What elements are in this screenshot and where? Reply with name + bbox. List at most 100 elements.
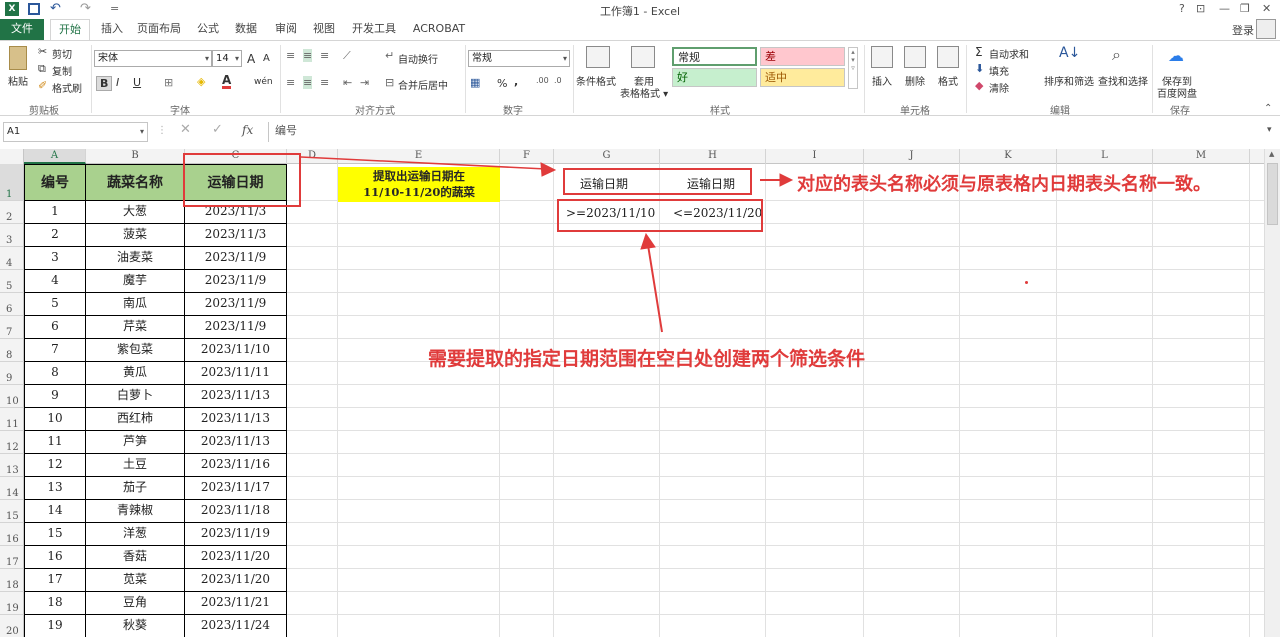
decrease-indent-icon[interactable]: ⇤ [343,76,352,89]
align-top-icon[interactable]: ≡ [286,49,295,62]
tab-page-layout[interactable]: 页面布局 [134,19,184,40]
style-normal[interactable]: 常规 [672,47,757,66]
format-cells-button[interactable]: 格式 [938,73,958,88]
insert-cells-button[interactable]: 插入 [872,73,892,88]
paste-icon[interactable] [9,46,27,70]
currency-icon[interactable]: ▦ [470,76,480,89]
copy-button[interactable]: 复制 [52,63,72,78]
grow-font-button[interactable]: A [247,52,255,66]
collapse-ribbon-icon[interactable]: ⌃ [1264,103,1272,114]
tab-developer[interactable]: 开发工具 [348,19,400,40]
merge-center-button[interactable]: 合并后居中 [398,77,448,92]
decrease-decimal-icon[interactable]: .0 [554,76,562,85]
user-avatar-icon[interactable] [1256,19,1276,39]
font-color-button[interactable]: A [222,74,232,89]
style-good[interactable]: 好 [672,68,757,87]
arrow-head-criteria [640,232,656,250]
align-middle-icon[interactable]: ≡ [303,49,313,62]
orientation-icon[interactable]: ⟋ [343,49,351,63]
ribbon-separator [573,45,574,113]
save-group-label: 保存 [1170,106,1190,117]
styles-scroll-icon[interactable]: ▴ ▾ ▿ [848,47,858,89]
ribbon-home: 粘贴 ✂ 剪切 ⧉ 复制 ✐ 格式刷 剪贴板 宋体 ▾ 14 ▾ A A B I U… [0,40,1280,117]
align-center-icon[interactable]: ≡ [303,76,313,89]
wrap-text-button[interactable]: 自动换行 [398,51,438,66]
login-link[interactable]: 登录 [1232,22,1254,38]
fill-icon: ⬇ [975,62,985,75]
sort-filter-button[interactable]: 排序和筛选 [1044,73,1094,88]
fill-color-icon[interactable]: ◈ [197,75,205,88]
autosum-button[interactable]: 自动求和 [989,46,1029,61]
cut-button[interactable]: 剪切 [52,46,72,61]
style-bad[interactable]: 差 [760,47,845,66]
help-button[interactable]: ? [1179,2,1185,15]
ribbon-separator [465,45,466,113]
increase-decimal-icon[interactable]: .00 [536,76,549,85]
tab-view[interactable]: 视图 [308,19,340,40]
restore-button[interactable]: ❐ [1240,2,1250,15]
scrollbar-thumb[interactable] [1267,163,1278,225]
ribbon-display-button[interactable]: ⊡ [1196,2,1205,15]
border-icon[interactable]: ⊞ [164,76,173,89]
align-bottom-icon[interactable]: ≡ [320,49,329,62]
font-size-select[interactable]: 14 ▾ [212,50,242,67]
comma-button[interactable]: , [514,75,518,88]
tab-data[interactable]: 数据 [230,19,262,40]
enter-formula-icon[interactable]: ✓ [212,122,223,137]
insert-function-button[interactable]: fx [242,123,253,137]
chevron-down-icon: ▾ [204,54,209,63]
vertical-scrollbar[interactable]: ▲ [1264,149,1280,637]
percent-button[interactable]: % [497,77,507,90]
format-table-label-2[interactable]: 表格格式 ▾ [620,85,668,100]
cancel-formula-icon[interactable]: ✕ [180,122,191,137]
autosum-icon: Σ [975,45,983,59]
formula-input[interactable]: 编号 [268,122,1274,142]
phonetic-button[interactable]: wén [254,77,273,87]
clear-button[interactable]: 清除 [989,80,1009,95]
criteria-rule-note: 需要提取的指定日期范围在空白处创建两个筛选条件 [428,348,866,370]
find-select-button[interactable]: 查找和选择 [1098,73,1148,88]
close-button[interactable]: ✕ [1262,2,1271,15]
save-baidu-line2[interactable]: 百度网盘 [1157,85,1197,100]
name-box[interactable]: A1 ▾ [3,122,148,142]
format-painter-button[interactable]: 格式刷 [52,80,82,95]
tab-insert[interactable]: 插入 [96,19,128,40]
bold-button[interactable]: B [96,76,113,91]
shrink-font-button[interactable]: A [263,53,270,64]
font-size-value: 14 [216,53,229,64]
sort-filter-icon: A↓ [1059,45,1081,61]
align-right-icon[interactable]: ≡ [320,76,329,89]
delete-cells-button[interactable]: 删除 [905,73,925,88]
conditional-format-button[interactable]: 条件格式 [576,73,616,88]
delete-cells-icon [904,46,926,68]
tab-formulas[interactable]: 公式 [192,19,224,40]
tab-home[interactable]: 开始 [50,19,90,40]
clear-icon: ◆ [975,79,984,92]
arrow-line-criteria [647,244,663,333]
style-neutral[interactable]: 适中 [760,68,845,87]
chevron-down-icon: ▾ [234,54,239,63]
ribbon-separator [966,45,967,113]
worksheet-grid[interactable]: ABCDEFGHIJKLM 1 2 3 4 5 6 7 8 9 10 11 12 13 14 15 16 17 1… [0,149,1264,637]
tab-review[interactable]: 审阅 [270,19,302,40]
number-format-select[interactable]: 常规 ▾ [468,50,570,67]
annotation-arrows [300,156,794,333]
increase-indent-icon[interactable]: ⇥ [360,76,369,89]
tab-file[interactable]: 文件 [0,19,44,40]
formula-buttons: ✕ ✓ fx [172,122,267,142]
ribbon-separator [280,45,281,113]
fill-button[interactable]: 填充 [989,63,1009,78]
clipboard-group-label: 剪贴板 [29,106,59,117]
tab-acrobat[interactable]: ACROBAT [408,19,470,40]
paste-button[interactable]: 粘贴 [8,73,28,88]
scroll-up-icon[interactable]: ▲ [1269,150,1274,158]
italic-button[interactable]: I [116,76,119,89]
formula-bar-grip-icon: ⋮ [157,125,167,136]
underline-button[interactable]: U [133,76,141,89]
font-name-select[interactable]: 宋体 ▾ [94,50,212,67]
align-left-icon[interactable]: ≡ [286,76,295,89]
arrow-head-note [779,173,794,187]
minimize-button[interactable]: — [1219,2,1230,15]
wrap-text-icon: ↵ [385,49,395,62]
expand-formula-icon[interactable]: ▾ [1267,125,1272,135]
